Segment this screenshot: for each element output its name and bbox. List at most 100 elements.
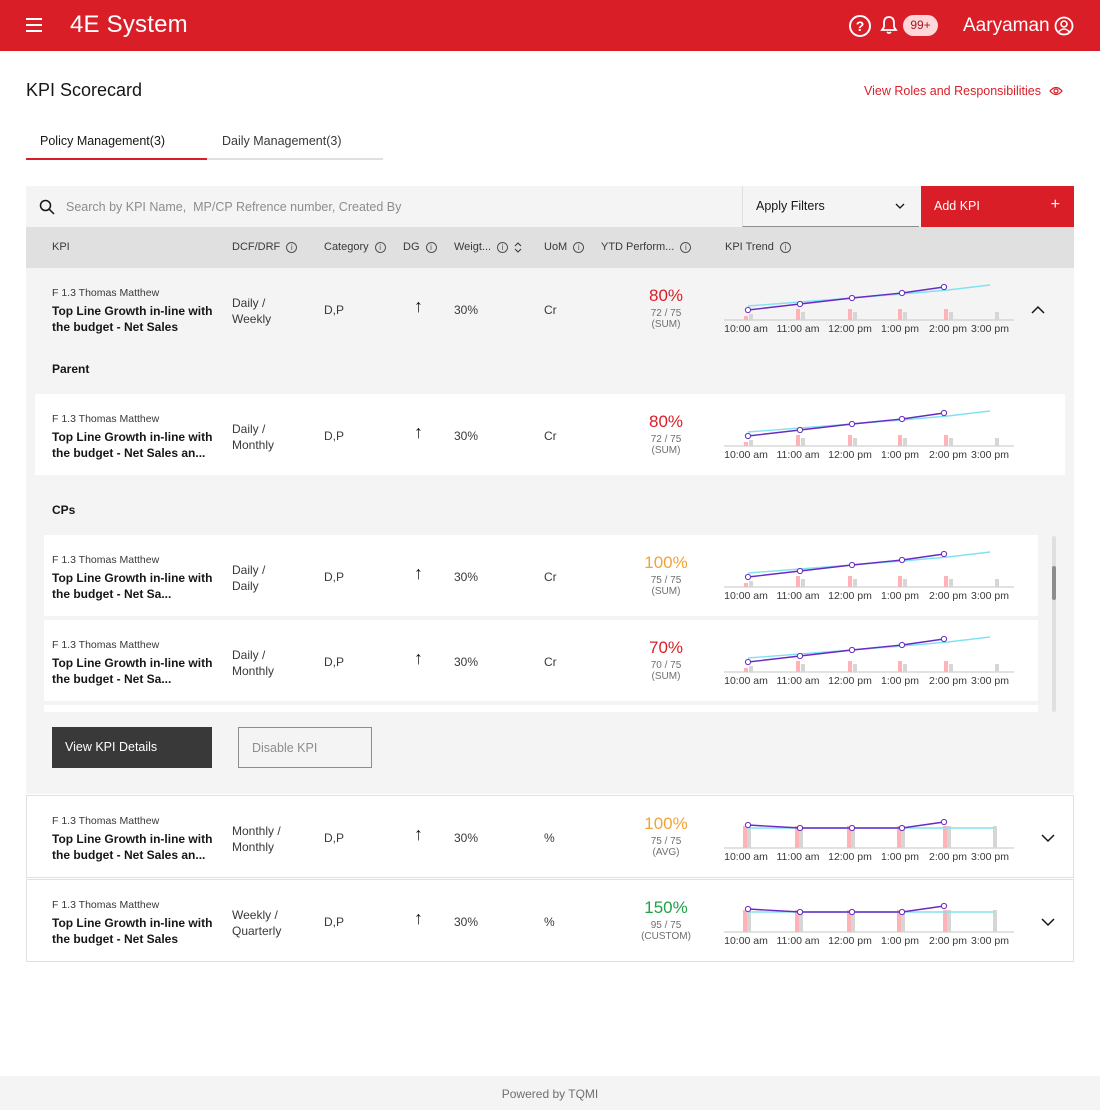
trend-x-label: 3:00 pm	[971, 935, 1009, 946]
trend-bar-actual	[898, 309, 902, 320]
kpi-row-3[interactable]: F 1.3 Thomas Matthew Top Line Growth in-l…	[26, 879, 1074, 962]
trend-x-label: 3:00 pm	[971, 851, 1009, 862]
trend-point	[796, 824, 804, 832]
trend-x-label: 3:00 pm	[971, 323, 1009, 334]
kpi-ytd: 80% 72 / 75 (SUM)	[621, 412, 711, 456]
trend-point	[744, 573, 752, 581]
user-avatar-icon[interactable]	[1054, 16, 1074, 36]
kpi-row-main[interactable]: F 1.3 Thomas Matthew Top Line Growth in-l…	[26, 268, 1074, 354]
trend-point	[940, 283, 948, 291]
kpi-ytd: 70% 70 / 75 (SUM)	[621, 638, 711, 682]
disable-kpi-button[interactable]: Disable KPI	[238, 727, 372, 768]
trend-x-label: 12:00 pm	[828, 851, 872, 862]
kpi-row-2-content[interactable]: F 1.3 Thomas Matthew Top Line Growth in-l…	[27, 796, 1075, 879]
trend-bar-target	[747, 826, 751, 848]
trend-x-label: 1:00 pm	[881, 590, 919, 601]
view-roles-link[interactable]: View Roles and Responsibilities	[864, 84, 1063, 98]
trend-x-label: 12:00 pm	[828, 323, 872, 334]
kpi-meta: F 1.3 Thomas Matthew	[52, 554, 160, 566]
trend-x-label: 11:00 am	[777, 323, 820, 334]
trend-bar-actual	[944, 435, 948, 446]
col-dg[interactable]: DG i	[403, 241, 437, 253]
bell-icon[interactable]	[879, 15, 899, 35]
trend-bar-actual	[944, 309, 948, 320]
info-icon[interactable]: i	[573, 241, 585, 253]
info-icon[interactable]: i	[286, 241, 298, 253]
trend-bar-target	[993, 910, 997, 932]
trend-point	[940, 902, 948, 910]
chevron-down-icon[interactable]	[1040, 830, 1056, 846]
trend-bar-actual	[943, 910, 947, 932]
trend-bar-target	[801, 312, 805, 320]
trend-point	[744, 658, 752, 666]
kpi-category: D,P	[324, 831, 345, 845]
chevron-up-icon[interactable]	[1030, 302, 1046, 318]
kpi-row-3-content[interactable]: F 1.3 Thomas Matthew Top Line Growth in-l…	[27, 880, 1075, 963]
menu-icon[interactable]	[26, 18, 42, 32]
scroll-thumb[interactable]	[1052, 566, 1056, 600]
kpi-direction-arrow-icon: ↑	[414, 824, 423, 844]
trend-bar-target	[995, 664, 999, 672]
trend-bar-actual	[743, 826, 747, 848]
kpi-row-cp2[interactable]: F 1.3 Thomas Matthew Top Line Growth in-l…	[44, 620, 1038, 701]
col-ytd[interactable]: YTD Perform... i	[601, 241, 692, 253]
kpi-category: D,P	[324, 429, 345, 443]
trend-x-label: 3:00 pm	[971, 675, 1009, 686]
kpi-direction-arrow-icon: ↑	[414, 296, 423, 316]
kpi-trend-chart: 10:00 am 11:00 am 12:00 pm 1:00 pm 2:00 pm 3:…	[724, 635, 1014, 686]
trend-x-label: 2:00 pm	[929, 449, 967, 460]
cps-label: CPs	[52, 503, 76, 517]
trend-actual-line	[747, 821, 945, 829]
col-kpi-trend[interactable]: KPI Trend i	[725, 241, 791, 253]
trend-point	[744, 905, 752, 913]
col-uom[interactable]: UoM i	[544, 241, 585, 253]
trend-x-label: 12:00 pm	[828, 449, 872, 460]
view-kpi-details-button[interactable]: View KPI Details	[52, 727, 212, 768]
kpi-meta: F 1.3 Thomas Matthew	[52, 815, 160, 827]
cp-list[interactable]: F 1.3 Thomas Matthew Top Line Growth in-l…	[44, 535, 1056, 712]
kpi-meta: F 1.3 Thomas Matthew	[52, 413, 160, 425]
cp-scrollbar[interactable]	[1052, 536, 1056, 712]
kpi-row-parent[interactable]: F 1.3 Thomas Matthew Top Line Growth in-l…	[35, 394, 1065, 475]
tab-policy-management[interactable]: Policy Management(3)	[26, 134, 207, 160]
info-icon[interactable]: i	[779, 241, 791, 253]
trend-x-label: 1:00 pm	[881, 449, 919, 460]
help-icon[interactable]: ?	[849, 15, 871, 37]
apply-filters-dropdown[interactable]: Apply Filters	[742, 186, 919, 227]
trend-bar-target	[995, 438, 999, 446]
trend-point	[898, 641, 906, 649]
kpi-row-cp3[interactable]	[44, 705, 1038, 712]
trend-bar-target	[749, 314, 753, 320]
trend-point	[940, 550, 948, 558]
sort-icon[interactable]	[514, 241, 522, 253]
kpi-row-cp1[interactable]: F 1.3 Thomas Matthew Top Line Growth in-l…	[44, 535, 1038, 616]
trend-bar-target	[853, 438, 857, 446]
col-category[interactable]: Category i	[324, 241, 386, 253]
trend-point	[848, 561, 856, 569]
col-dcf-drf[interactable]: DCF/DRF i	[232, 241, 298, 253]
kpi-frequency: Daily / Monthly	[232, 422, 275, 452]
kpi-row-2[interactable]: F 1.3 Thomas Matthew Top Line Growth in-l…	[26, 795, 1074, 878]
info-icon[interactable]: i	[425, 241, 437, 253]
user-name[interactable]: Aaryaman	[963, 15, 1050, 37]
trend-point	[848, 420, 856, 428]
info-icon[interactable]: i	[680, 241, 692, 253]
trend-point	[940, 635, 948, 643]
trend-bar-actual	[796, 661, 800, 672]
col-kpi: KPI	[52, 241, 70, 253]
chevron-down-icon[interactable]	[1040, 914, 1056, 930]
trend-x-label: 1:00 pm	[881, 675, 919, 686]
kpi-uom: Cr	[544, 655, 557, 669]
search-input[interactable]	[66, 194, 726, 220]
trend-bar-target	[995, 312, 999, 320]
info-icon[interactable]: i	[497, 241, 509, 253]
trend-point	[796, 908, 804, 916]
info-icon[interactable]: i	[374, 241, 386, 253]
ytd-aggregation: (CUSTOM)	[641, 931, 691, 942]
ytd-percent: 80%	[648, 286, 684, 305]
tab-daily-management[interactable]: Daily Management(3)	[222, 134, 342, 160]
col-weight[interactable]: Weigt... i	[454, 241, 522, 253]
add-kpi-button[interactable]: Add KPI +	[921, 186, 1074, 227]
trend-x-label: 11:00 am	[777, 590, 820, 601]
ytd-percent: 100%	[644, 553, 688, 572]
